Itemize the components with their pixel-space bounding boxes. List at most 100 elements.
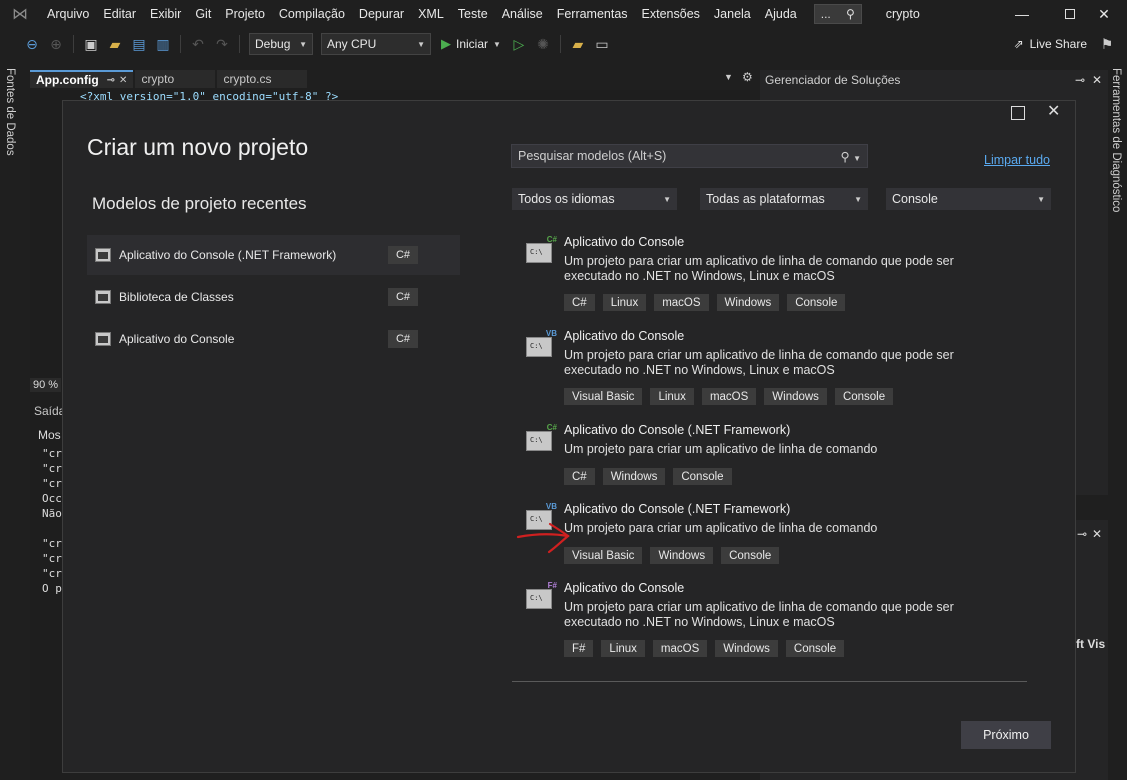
tag: Console	[834, 388, 894, 405]
tag: Windows	[602, 468, 666, 485]
menu-extensoes[interactable]: Extensões	[635, 0, 707, 28]
menu-compilacao[interactable]: Compilação	[272, 0, 352, 28]
project-type-filter-value: Console	[892, 192, 938, 206]
template-description: Um projeto para criar um aplicativo de l…	[564, 442, 878, 456]
chevron-down-icon: ▼	[299, 39, 307, 49]
menu-editar[interactable]: Editar	[96, 0, 143, 28]
chevron-down-icon: ▼	[493, 39, 501, 49]
chevron-down-icon: ▼	[663, 194, 671, 204]
template-search-input[interactable]: Pesquisar modelos (Alt+S) ⚲ ▼	[511, 144, 868, 168]
recent-template-item[interactable]: Aplicativo do Console (.NET Framework) C…	[87, 235, 460, 275]
next-button[interactable]: Próximo	[961, 721, 1051, 749]
platform-filter-select[interactable]: Todas as plataformas ▼	[700, 188, 868, 210]
pin-icon[interactable]: ⊸	[107, 75, 115, 86]
close-icon[interactable]: ✕	[1092, 73, 1102, 87]
menu-teste[interactable]: Teste	[451, 0, 495, 28]
template-tags: C# Linux macOS Windows Console	[564, 294, 853, 311]
language-badge: C#	[388, 288, 418, 306]
recent-template-item[interactable]: Aplicativo do Console C#	[87, 319, 460, 359]
platform-select[interactable]: Any CPU ▼	[321, 33, 431, 55]
solution-config-select[interactable]: Debug ▼	[249, 33, 313, 55]
close-icon[interactable]: ✕	[1092, 527, 1102, 541]
template-description: Um projeto para criar um aplicativo de l…	[564, 348, 954, 377]
output-panel-title: Saída	[34, 404, 66, 418]
menu-depurar[interactable]: Depurar	[352, 0, 411, 28]
output-line: "cr	[42, 567, 62, 580]
data-sources-tab[interactable]: Fontes de Dados	[4, 60, 16, 156]
pin-icon[interactable]: ⊸	[1075, 73, 1085, 87]
menu-projeto[interactable]: Projeto	[218, 0, 272, 28]
tab-dropdown-icon[interactable]: ▼	[724, 72, 733, 82]
tag: Linux	[601, 640, 645, 657]
tab-crypto[interactable]: crypto	[135, 70, 216, 88]
search-icon: ⚲	[845, 7, 855, 21]
output-line: Occ	[42, 492, 62, 505]
output-line: "cr	[42, 552, 62, 565]
close-icon[interactable]: ✕	[1047, 103, 1060, 121]
diagnostic-tools-tab[interactable]: Ferramentas de Diagnóstico	[1110, 60, 1122, 212]
tab-label: App.config	[36, 73, 99, 87]
maximize-icon[interactable]	[1011, 106, 1025, 120]
template-item[interactable]: C# Aplicativo do Console (.NET Framework…	[526, 423, 1026, 489]
create-project-dialog: ✕ Criar um novo projeto Modelos de proje…	[62, 100, 1076, 773]
menu-ferramentas[interactable]: Ferramentas	[550, 0, 635, 28]
menu-xml[interactable]: XML	[411, 0, 451, 28]
dialog-title: Criar um novo projeto	[87, 134, 309, 160]
template-list-divider	[512, 681, 1027, 682]
menu-janela[interactable]: Janela	[707, 0, 758, 28]
close-icon[interactable]: ✕	[119, 75, 127, 86]
save-icon[interactable]: ▤	[129, 34, 149, 54]
solution-folder-icon[interactable]: ▰	[568, 34, 588, 54]
template-tags: F# Linux macOS Windows Console	[564, 640, 852, 657]
forward-icon[interactable]: ⊕	[46, 34, 66, 54]
menu-exibir[interactable]: Exibir	[143, 0, 188, 28]
back-icon[interactable]: ⊖	[22, 34, 42, 54]
global-search-box[interactable]: ... ⚲	[813, 4, 862, 24]
feedback-icon[interactable]: ⚑	[1097, 34, 1117, 54]
project-type-filter-select[interactable]: Console ▼	[886, 188, 1051, 210]
pin-icon[interactable]: ⊸	[1077, 527, 1087, 541]
new-item-icon[interactable]: ▣	[81, 34, 101, 54]
visual-studio-logo-icon: ⋈	[12, 6, 28, 23]
start-button[interactable]: ▶ Iniciar ▼	[441, 36, 501, 52]
class-library-icon	[95, 290, 111, 304]
save-all-icon[interactable]: ▥	[153, 34, 173, 54]
redo-icon[interactable]: ↷	[212, 34, 232, 54]
live-share-button[interactable]: ⇗ Live Share	[1014, 28, 1087, 60]
menu-git[interactable]: Git	[188, 0, 218, 28]
solution-config-value: Debug	[255, 37, 291, 51]
recent-template-item[interactable]: Biblioteca de Classes C#	[87, 277, 460, 317]
template-lang-tag: F#	[547, 581, 557, 590]
tag: Visual Basic	[564, 388, 643, 405]
template-lang-tag: C#	[546, 235, 557, 244]
tab-app-config[interactable]: App.config ⊸ ✕	[30, 70, 134, 88]
undo-icon[interactable]: ↶	[188, 34, 208, 54]
template-item[interactable]: VB Aplicativo do Console Um projeto para…	[526, 329, 1026, 409]
window-layout-icon[interactable]: ▭	[592, 34, 612, 54]
template-item[interactable]: F# Aplicativo do Console Um projeto para…	[526, 581, 1026, 661]
menu-arquivo[interactable]: Arquivo	[40, 0, 96, 28]
close-icon[interactable]: ✕	[1081, 0, 1127, 28]
template-description: Um projeto para criar um aplicativo de l…	[564, 254, 954, 283]
left-side-strip: Fontes de Dados	[0, 60, 22, 780]
recent-template-label: Biblioteca de Classes	[119, 290, 234, 304]
menu-ajuda[interactable]: Ajuda	[758, 0, 804, 28]
minimize-icon[interactable]: —	[999, 0, 1045, 28]
menu-analise[interactable]: Análise	[495, 0, 550, 28]
clear-all-link[interactable]: Limpar tudo	[984, 153, 1050, 167]
output-line: O p	[42, 582, 62, 595]
template-tags: Visual Basic Linux macOS Windows Console	[564, 388, 901, 405]
template-item[interactable]: C# Aplicativo do Console Um projeto para…	[526, 235, 1026, 315]
properties-partial-text: ft Vis	[1076, 637, 1106, 651]
template-item[interactable]: VB Aplicativo do Console (.NET Framework…	[526, 502, 1026, 568]
hot-reload-icon[interactable]: ✺	[533, 34, 553, 54]
open-folder-icon[interactable]: ▰	[105, 34, 125, 54]
zoom-level[interactable]: 90 %	[30, 378, 62, 392]
tag: C#	[564, 294, 595, 311]
start-without-debug-icon[interactable]: ▷	[509, 34, 529, 54]
template-lang-tag: VB	[545, 502, 557, 511]
gear-icon[interactable]: ⚙	[742, 70, 753, 84]
tab-crypto-cs[interactable]: crypto.cs	[217, 70, 308, 88]
tag: macOS	[654, 294, 709, 311]
language-filter-select[interactable]: Todos os idiomas ▼	[512, 188, 677, 210]
